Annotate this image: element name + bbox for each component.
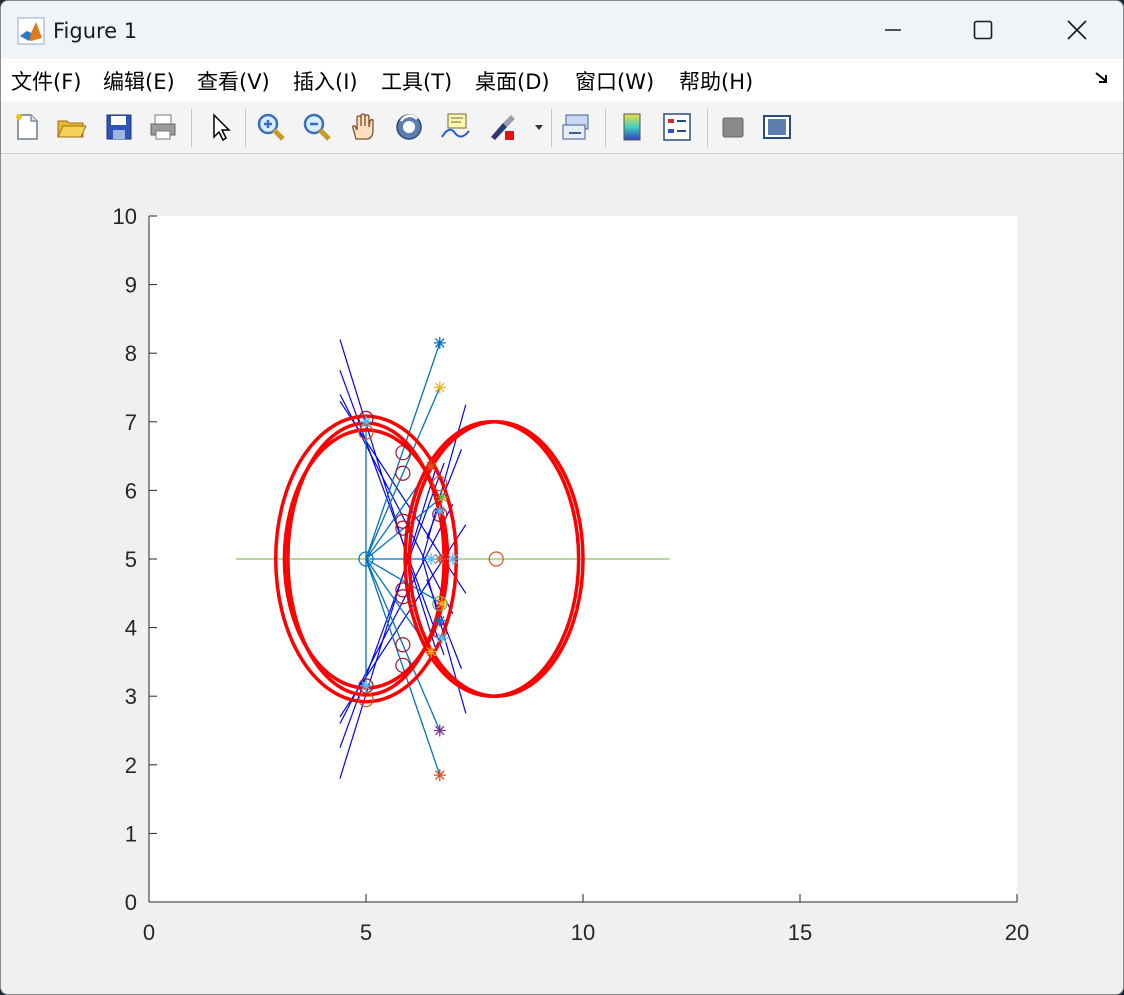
y-tick-label: 1: [125, 821, 137, 846]
maximize-button[interactable]: [937, 1, 1029, 59]
y-tick-label: 5: [125, 547, 137, 572]
toolbar-separator: [191, 109, 192, 147]
matlab-logo-icon: [17, 17, 45, 45]
new-figure-icon[interactable]: [11, 111, 43, 143]
data-tips-icon[interactable]: [439, 111, 471, 143]
link-plot-icon[interactable]: [561, 111, 593, 143]
hide-plot-tools-icon[interactable]: [717, 111, 749, 143]
menu-tools[interactable]: 工具(T): [381, 66, 452, 96]
x-tick-label: 20: [1005, 920, 1029, 945]
y-tick-label: 4: [125, 616, 137, 641]
y-tick-label: 10: [113, 204, 137, 229]
plot-svg: 0 5 10 15 20 0 1 2 3 4 5 6 7 8 9 10: [113, 204, 1030, 945]
brush-icon[interactable]: [487, 111, 519, 143]
star-marker: [435, 631, 448, 644]
y-tick-label: 2: [125, 753, 137, 778]
toolbar-separator: [245, 109, 246, 147]
star-marker: [435, 491, 448, 504]
figure-toolbar: [1, 101, 1123, 154]
close-button[interactable]: [1031, 1, 1123, 59]
star-marker: [425, 553, 438, 565]
brush-dropdown-icon[interactable]: [533, 121, 545, 133]
y-tick-label: 9: [125, 273, 137, 298]
title-bar: Figure 1: [1, 1, 1123, 59]
maximize-icon: [973, 20, 993, 40]
print-icon[interactable]: [147, 111, 179, 143]
close-icon: [1067, 20, 1087, 40]
x-tick-label: 15: [788, 920, 812, 945]
star-marker: [433, 336, 446, 349]
zoom-out-icon[interactable]: [301, 111, 333, 143]
star-marker: [433, 504, 446, 517]
dock-arrow-icon[interactable]: [1093, 69, 1111, 87]
legend-icon[interactable]: [661, 111, 693, 143]
star-marker: [435, 597, 448, 610]
show-plot-tools-icon[interactable]: [761, 111, 793, 143]
y-tick-label: 3: [125, 684, 137, 709]
toolbar-separator: [551, 109, 552, 147]
zoom-in-icon[interactable]: [255, 111, 287, 143]
star-marker: [446, 553, 459, 565]
menu-file[interactable]: 文件(F): [11, 66, 81, 96]
star-marker: [425, 460, 438, 473]
star-marker: [433, 614, 446, 627]
star-marker: [433, 724, 446, 737]
minimize-icon: [885, 29, 901, 31]
minimize-button[interactable]: [847, 1, 939, 59]
menu-window[interactable]: 窗口(W): [575, 66, 654, 96]
y-tick-label: 0: [125, 890, 137, 915]
open-file-icon[interactable]: [55, 111, 87, 143]
menu-edit[interactable]: 编辑(E): [103, 66, 175, 96]
star-marker: [433, 769, 446, 782]
x-tick-label: 0: [143, 920, 155, 945]
star-marker: [425, 645, 438, 658]
colorbar-icon[interactable]: [617, 111, 649, 143]
star-marker: [360, 415, 372, 428]
star-marker: [433, 381, 446, 394]
save-icon[interactable]: [103, 111, 135, 143]
menu-help[interactable]: 帮助(H): [679, 66, 753, 96]
window-title: Figure 1: [53, 19, 138, 43]
y-tick-label: 6: [125, 478, 137, 503]
figure-window: Figure 1 文件(F) 编辑(E) 查看(V) 插入(I) 工具(T) 桌…: [0, 0, 1124, 995]
menu-insert[interactable]: 插入(I): [293, 66, 358, 96]
x-tick-label: 5: [360, 920, 372, 945]
select-arrow-icon[interactable]: [205, 111, 237, 143]
rotate-3d-icon[interactable]: [393, 111, 425, 143]
star-marker: [360, 679, 372, 692]
menu-desktop[interactable]: 桌面(D): [475, 66, 550, 96]
x-tick-label: 10: [571, 920, 595, 945]
figure-canvas: 0 5 10 15 20 0 1 2 3 4 5 6 7 8 9 10: [1, 154, 1123, 994]
menu-bar: 文件(F) 编辑(E) 查看(V) 插入(I) 工具(T) 桌面(D) 窗口(W…: [1, 59, 1123, 102]
pan-hand-icon[interactable]: [347, 111, 379, 143]
y-tick-label: 7: [125, 410, 137, 435]
toolbar-separator: [605, 109, 606, 147]
toolbar-separator: [707, 109, 708, 147]
y-tick-label: 8: [125, 341, 137, 366]
menu-view[interactable]: 查看(V): [197, 66, 270, 96]
